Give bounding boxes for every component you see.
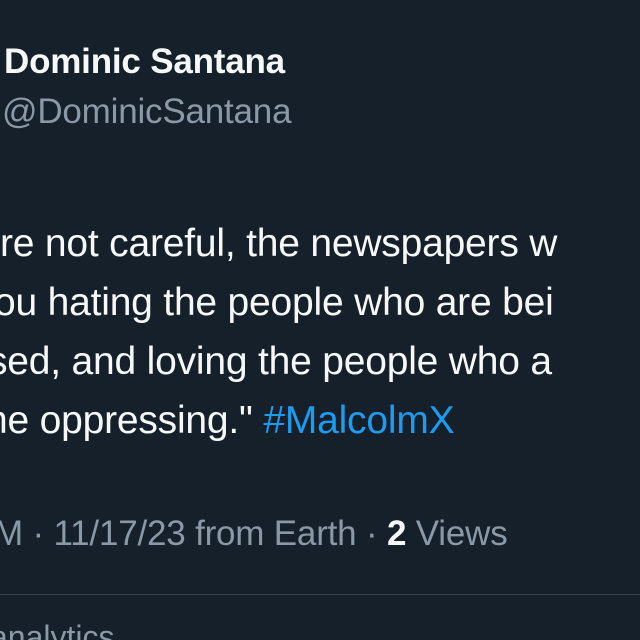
tweet-time[interactable]: M	[0, 514, 23, 553]
views-count: 2	[386, 514, 407, 553]
tweet-text-line: he oppressing." #MalcolmX	[0, 391, 640, 450]
tweet-text-line: sed, and loving the people who a	[0, 340, 552, 383]
hashtag-link[interactable]: #MalcolmX	[263, 399, 454, 442]
author-display-name[interactable]: Dominic Santana	[4, 42, 285, 82]
tweet-text: re not careful, the newspapers w ou hati…	[0, 214, 640, 450]
tweet-meta: M · 11/17/23 from Earth · 2 Views	[0, 514, 508, 554]
meta-separator: ·	[356, 514, 387, 553]
tweet-text-last-segment: he oppressing."	[0, 399, 253, 442]
tweet-text-line: re not careful, the newspapers w	[0, 222, 558, 265]
tweet-detail-view: Dominic Santana @DominicSantana re not c…	[0, 0, 640, 640]
tweet-text-line: ou hating the people who are bei	[0, 281, 554, 324]
tweet-source: from Earth	[195, 514, 357, 553]
tweet-date[interactable]: 11/17/23	[53, 514, 185, 553]
divider	[0, 594, 640, 595]
author-handle[interactable]: @DominicSantana	[2, 92, 292, 132]
analytics-link[interactable]: analytics	[0, 619, 115, 640]
meta-separator: ·	[22, 514, 54, 553]
views-label: Views	[415, 514, 508, 553]
